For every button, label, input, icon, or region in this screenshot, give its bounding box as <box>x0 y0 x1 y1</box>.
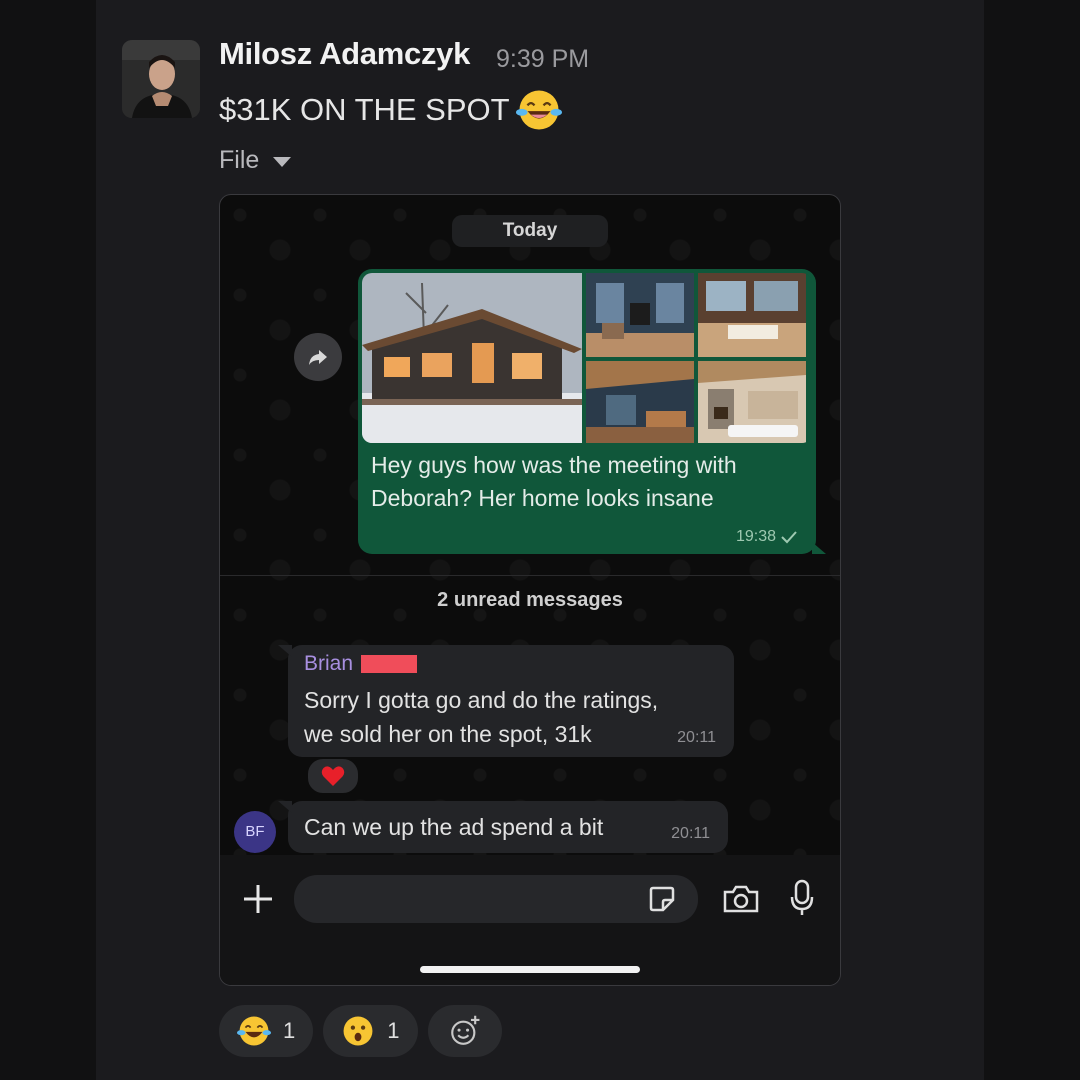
unread-divider <box>220 575 840 576</box>
incoming-message[interactable]: Can we up the ad spend a bit 20:11 <box>278 801 728 853</box>
outgoing-message-text: Hey guys how was the meeting with Debora… <box>371 452 737 511</box>
incoming-message-text: Can we up the ad spend a bit <box>304 814 604 840</box>
message-reaction[interactable] <box>306 757 360 795</box>
redaction-bar <box>361 655 418 673</box>
incoming-sender-name: Brian <box>304 652 354 675</box>
unread-messages-label: 2 unread messages <box>437 589 623 611</box>
sticker-icon[interactable] <box>648 885 676 913</box>
kitchen-photo[interactable] <box>698 273 806 357</box>
face-with-tears-of-joy-icon <box>515 90 562 130</box>
message-body: $31K ON THE SPOT <box>219 92 510 127</box>
incoming-message-text: Sorry I gotta go and do the ratings, we … <box>304 687 659 747</box>
avatar[interactable] <box>122 40 200 118</box>
outgoing-message[interactable]: Hey guys how was the meeting with Debora… <box>358 269 826 554</box>
outgoing-message-time: 19:38 <box>736 528 798 546</box>
reaction-count: 1 <box>387 1018 400 1043</box>
sender-name[interactable]: Milosz Adamczyk <box>219 36 470 72</box>
astonished-face-icon <box>343 1016 373 1046</box>
chevron-down-icon <box>273 156 292 167</box>
forward-icon <box>309 350 327 365</box>
forward-button[interactable] <box>294 333 342 381</box>
heart-icon <box>321 766 345 786</box>
face-with-tears-of-joy-icon <box>237 1016 271 1046</box>
file-toggle[interactable]: File <box>219 146 292 175</box>
message-time[interactable]: 9:39 PM <box>496 45 589 74</box>
dining-room-photo[interactable] <box>586 361 694 443</box>
reaction-laughing[interactable]: 1 <box>219 1005 314 1057</box>
photo-grid[interactable] <box>362 273 812 443</box>
avatar-photo <box>122 40 200 118</box>
reaction-astonished[interactable]: 1 <box>323 1005 418 1057</box>
message-input[interactable] <box>294 875 698 923</box>
house-exterior-photo[interactable] <box>362 273 582 443</box>
incoming-message[interactable]: Brian Sorry I gotta go and do the rating… <box>278 645 734 757</box>
home-indicator <box>420 966 640 973</box>
fireplace-room-photo[interactable] <box>698 361 806 443</box>
contact-avatar[interactable]: BF <box>234 811 276 853</box>
file-label: File <box>219 146 260 174</box>
reactions-row: 1 1 <box>219 1005 502 1057</box>
plus-icon[interactable] <box>240 881 276 917</box>
date-pill: Today <box>452 215 608 247</box>
microphone-icon[interactable] <box>790 879 814 917</box>
reaction-count: 1 <box>283 1018 296 1043</box>
message-text: $31K ON THE SPOT <box>219 87 562 133</box>
outgoing-time-label: 19:38 <box>735 528 776 545</box>
incoming-message-time: 20:11 <box>671 825 710 842</box>
screenshot-attachment[interactable]: Today Hey guys how was the meeting with … <box>219 194 841 986</box>
checkmark-icon <box>781 531 797 544</box>
camera-icon[interactable] <box>722 884 760 914</box>
living-room-photo[interactable] <box>586 273 694 357</box>
incoming-sender: Brian <box>304 652 418 676</box>
add-reaction-button[interactable] <box>427 1005 502 1057</box>
add-reaction-icon <box>450 1015 479 1045</box>
incoming-message-time: 20:11 <box>677 729 716 746</box>
